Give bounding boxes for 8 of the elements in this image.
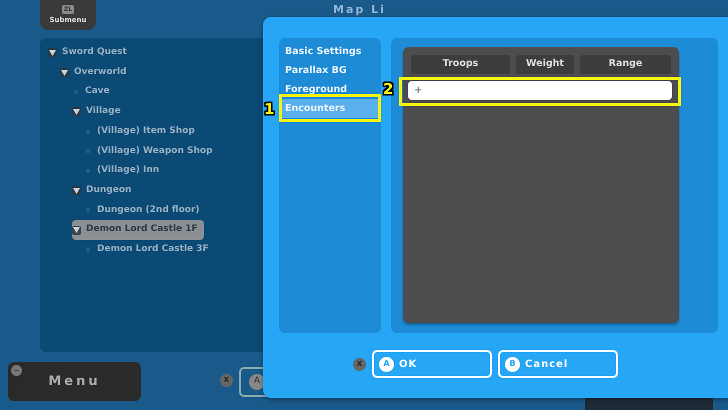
- screen-title: Map Li: [333, 2, 386, 18]
- key-badge: A: [379, 356, 394, 372]
- key-badge: B: [505, 356, 520, 372]
- callout-number: 1: [264, 99, 274, 120]
- column-header: Range: [580, 55, 671, 74]
- column-header: Weight: [516, 55, 574, 74]
- column-header: Troops: [411, 55, 510, 74]
- callout-number: 2: [383, 79, 394, 100]
